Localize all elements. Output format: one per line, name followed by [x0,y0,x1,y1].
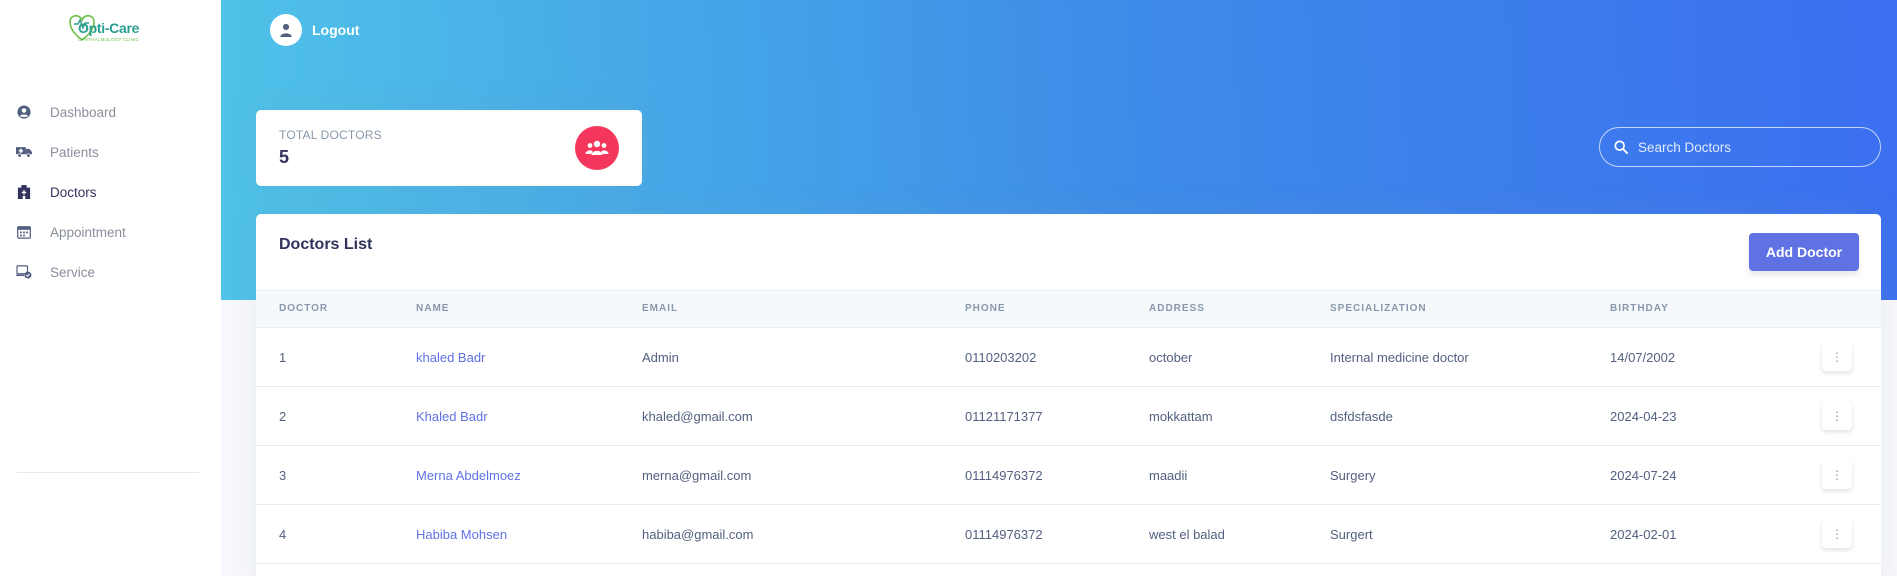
sidebar-item-appointment[interactable]: Appointment [0,212,221,252]
ambulance-icon [16,144,32,160]
cell-name-link[interactable]: khaled Badr [416,350,485,365]
cell-id: 4 [279,527,287,542]
cell-phone: 01121171377 [965,409,1043,424]
table-row: 4 Habiba Mohsen habiba@gmail.com 0111497… [256,505,1881,564]
brand-tagline: OPHTHALMOLOGY CLINIC [78,37,139,42]
column-header-birthday[interactable]: BIRTHDAY [1610,303,1669,314]
sidebar-item-doctors[interactable]: Doctors [0,172,221,212]
cell-address: maadii [1149,468,1188,483]
cell-phone: 01114976372 [965,468,1043,483]
user-icon [280,23,292,37]
row-actions-button[interactable]: ⋮ [1822,461,1852,489]
cell-address: october [1149,350,1193,365]
cell-name-link[interactable]: Khaled Badr [416,409,488,424]
more-vertical-icon: ⋮ [1831,409,1843,423]
cell-name-link[interactable]: Merna Abdelmoez [416,468,521,483]
sidebar-divider [17,472,199,473]
sidebar-nav: Dashboard Patients Doctors Appointment S… [0,92,221,292]
total-doctors-card: TOTAL DOCTORS 5 [256,110,642,186]
brand-name: Opti-Care [78,20,140,36]
stat-title: TOTAL DOCTORS [279,128,382,142]
logout-label: Logout [312,22,360,38]
search-input[interactable] [1638,139,1868,155]
cell-specialization: Internal medicine doctor [1330,350,1469,365]
cell-phone: 0110203202 [965,350,1037,365]
sidebar-item-label: Doctors [50,184,97,200]
cell-email: khaled@gmail.com [642,409,753,424]
sidebar-item-dashboard[interactable]: Dashboard [0,92,221,132]
cell-birthday: 2024-02-01 [1610,527,1677,542]
more-vertical-icon: ⋮ [1831,527,1843,541]
cell-name-link[interactable]: Habiba Mohsen [416,527,507,542]
cell-id: 1 [279,350,287,365]
cell-specialization: Surgery [1330,468,1376,483]
cell-email: habiba@gmail.com [642,527,754,542]
cell-email: merna@gmail.com [642,468,752,483]
logout-button[interactable]: Logout [270,14,359,46]
cell-specialization: Surgert [1330,527,1373,542]
cell-address: mokkattam [1149,409,1213,424]
cell-phone: 01114976372 [965,527,1043,542]
column-header-specialization[interactable]: SPECIALIZATION [1330,303,1427,314]
row-actions-button[interactable]: ⋮ [1822,343,1852,371]
table-row: 3 Merna Abdelmoez merna@gmail.com 011149… [256,446,1881,505]
column-header-address[interactable]: ADDRESS [1149,303,1205,314]
cell-id: 3 [279,468,287,483]
stat-value: 5 [279,147,290,167]
sidebar-item-label: Appointment [50,224,126,240]
cell-birthday: 2024-04-23 [1610,409,1677,424]
user-circle-icon [16,104,32,120]
row-actions-button[interactable]: ⋮ [1822,520,1852,548]
search-box[interactable] [1599,127,1881,167]
list-title: Doctors List [279,236,373,253]
table-header: DOCTOR NAME EMAIL PHONE ADDRESS SPECIALI… [256,290,1881,328]
doctors-list-card: Doctors List Add Doctor DOCTOR NAME EMAI… [256,214,1881,576]
avatar [270,14,302,46]
column-header-email[interactable]: EMAIL [642,303,678,314]
cell-birthday: 14/07/2002 [1610,350,1676,365]
sidebar-item-patients[interactable]: Patients [0,132,221,172]
table-row: 1 khaled Badr Admin 0110203202 october I… [256,328,1881,387]
cell-address: west el balad [1149,527,1225,542]
cell-birthday: 2024-07-24 [1610,468,1677,483]
laptop-service-icon [16,264,32,280]
search-icon [1614,140,1628,154]
more-vertical-icon: ⋮ [1831,350,1843,364]
sidebar-item-service[interactable]: Service [0,252,221,292]
sidebar-item-label: Dashboard [50,104,117,120]
cell-id: 2 [279,409,287,424]
add-doctor-button[interactable]: Add Doctor [1749,233,1859,271]
brand-logo[interactable]: Opti-Care OPHTHALMOLOGY CLINIC [60,8,152,48]
table-row: 2 Khaled Badr khaled@gmail.com 011211713… [256,387,1881,446]
sidebar: Opti-Care OPHTHALMOLOGY CLINIC Dashboard… [0,0,221,576]
column-header-doctor[interactable]: DOCTOR [279,303,328,314]
cell-email: Admin [642,350,679,365]
column-header-phone[interactable]: PHONE [965,303,1006,314]
cell-specialization: dsfdsfasde [1330,409,1393,424]
calendar-icon [16,224,32,240]
row-actions-button[interactable]: ⋮ [1822,402,1852,430]
sidebar-item-label: Patients [50,144,99,160]
sidebar-item-label: Service [50,264,96,280]
more-vertical-icon: ⋮ [1831,468,1843,482]
table-body: 1 khaled Badr Admin 0110203202 october I… [256,328,1881,564]
column-header-name[interactable]: NAME [416,303,449,314]
hospital-icon [16,184,32,200]
users-icon [575,126,619,170]
